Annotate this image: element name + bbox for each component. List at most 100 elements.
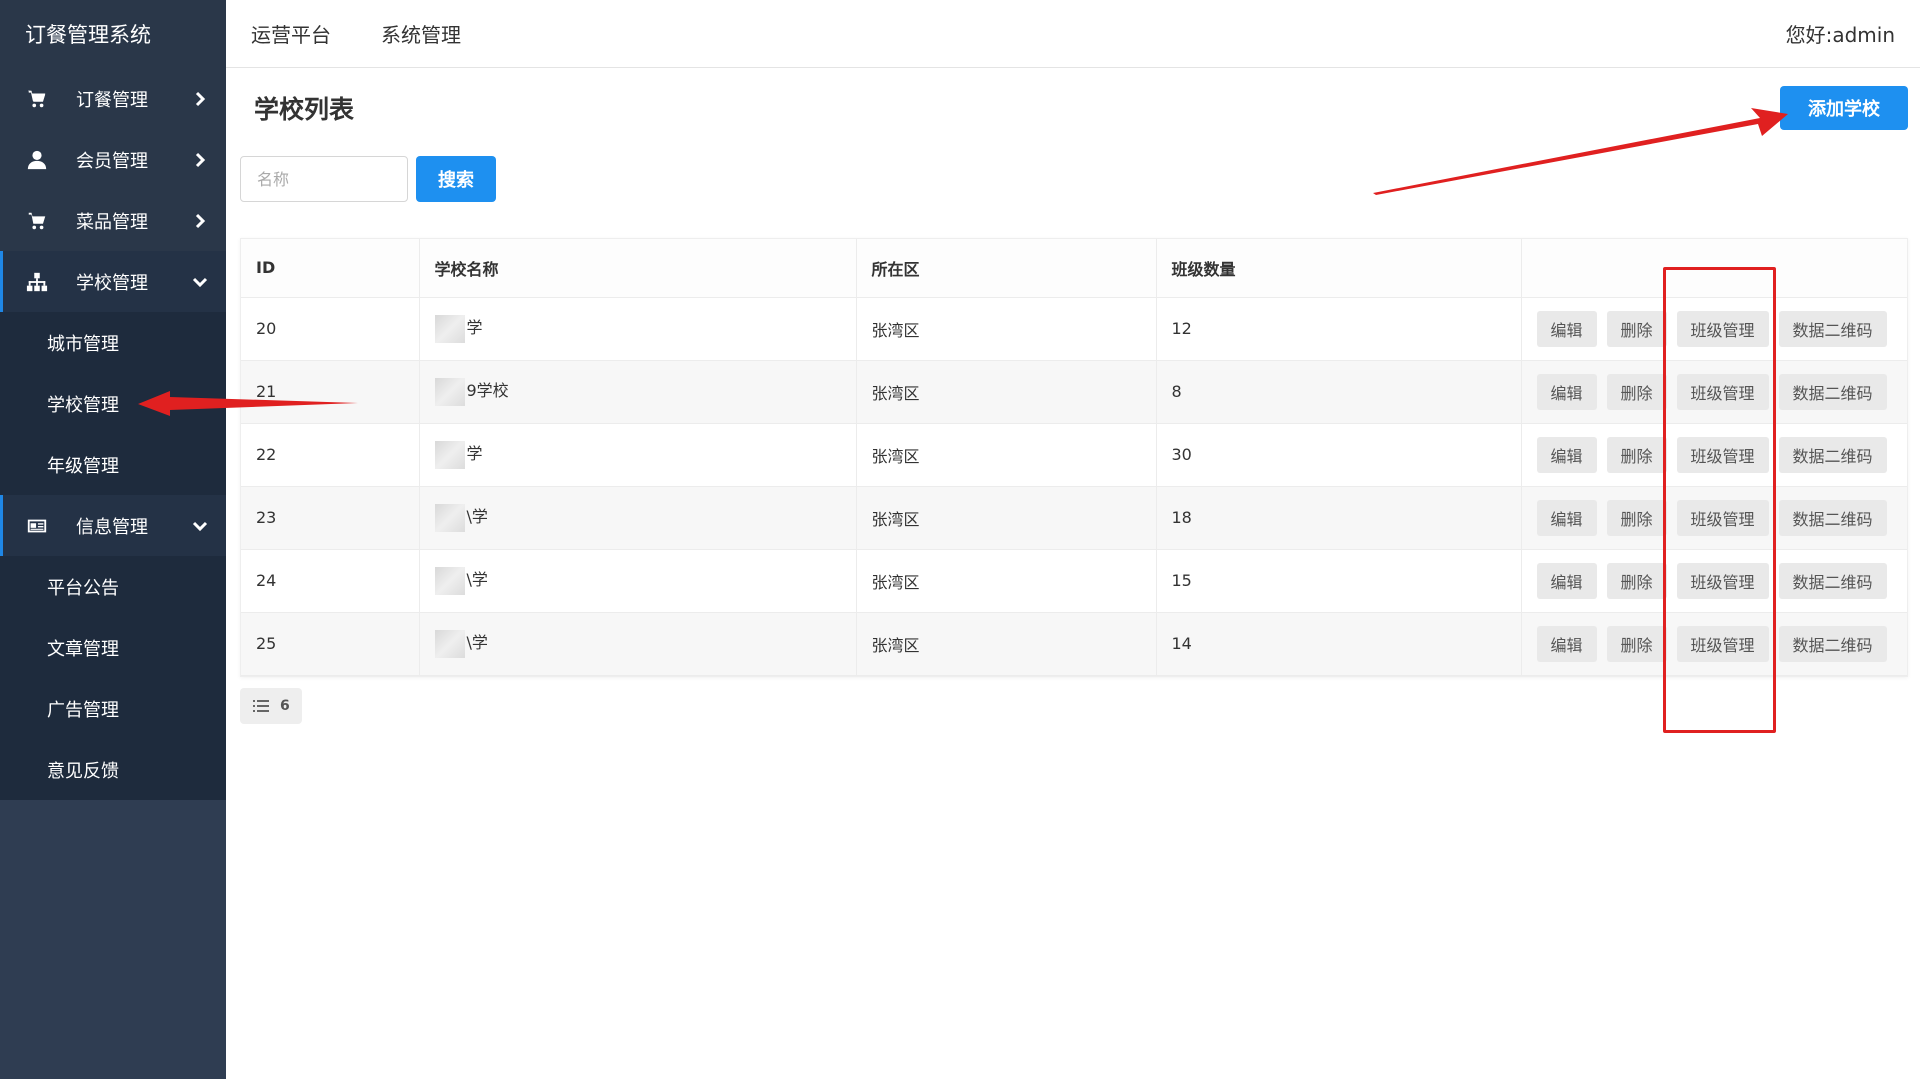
cell-name: 学 (419, 297, 857, 361)
submenu-school: 城市管理 学校管理 年级管理 (0, 312, 226, 495)
edit-button[interactable]: 编辑 (1536, 625, 1597, 662)
sidebar-item-article[interactable]: 文章管理 (0, 617, 226, 678)
chevron-right-icon (190, 150, 210, 170)
table-row: 22 学 张湾区 30 编辑 删除 班级管理 数据二维码 (241, 423, 1907, 487)
sidebar-item-dish[interactable]: 菜品管理 (0, 190, 226, 251)
cell-name-text: 学 (466, 318, 483, 338)
class-manage-button[interactable]: 班级管理 (1676, 310, 1769, 347)
list-icon (253, 700, 269, 712)
column-header-name: 学校名称 (419, 239, 857, 298)
cell-district: 张湾区 (856, 486, 1157, 550)
app-root: 订餐管理系统 订餐管理 会员管理 菜品管理 学校管理 城市管理 学校管理 年级管… (0, 0, 1920, 1079)
sidebar-item-school[interactable]: 学校管理 (0, 251, 226, 312)
cell-name-text: \学 (466, 633, 488, 653)
news-icon (25, 514, 49, 538)
cell-district: 张湾区 (856, 612, 1157, 676)
sidebar-item-order[interactable]: 订餐管理 (0, 68, 226, 129)
delete-button[interactable]: 删除 (1606, 436, 1667, 473)
cell-classes: 18 (1156, 486, 1522, 550)
top-nav: 运营平台 系统管理 (251, 19, 511, 48)
cell-district: 张湾区 (856, 360, 1157, 424)
table-header-row: ID 学校名称 所在区 班级数量 (241, 239, 1907, 298)
table-row: 24 \学 张湾区 15 编辑 删除 班级管理 数据二维码 (241, 549, 1907, 613)
cell-classes: 12 (1156, 297, 1522, 361)
cell-name: \学 (419, 486, 857, 550)
sidebar-menu-info: 信息管理 (0, 495, 226, 556)
submenu-info: 平台公告 文章管理 广告管理 意见反馈 (0, 556, 226, 800)
class-manage-button[interactable]: 班级管理 (1676, 499, 1769, 536)
cell-classes: 30 (1156, 423, 1522, 487)
cell-classes: 15 (1156, 549, 1522, 613)
sidebar-item-info[interactable]: 信息管理 (0, 495, 226, 556)
total-count: 6 (280, 698, 290, 714)
qrcode-button[interactable]: 数据二维码 (1778, 373, 1887, 410)
qrcode-button[interactable]: 数据二维码 (1778, 625, 1887, 662)
main-content: 学校列表 添加学校 搜索 ID 学校名称 所在区 班级数量 20 (226, 68, 1920, 1079)
delete-button[interactable]: 删除 (1606, 625, 1667, 662)
column-header-id: ID (241, 239, 420, 298)
cell-id: 25 (241, 612, 420, 676)
sitemap-icon (25, 270, 49, 294)
chevron-right-icon (190, 89, 210, 109)
topnav-operations[interactable]: 运营平台 (251, 19, 331, 48)
cell-id: 23 (241, 486, 420, 550)
user-icon (25, 148, 49, 172)
class-manage-button[interactable]: 班级管理 (1676, 562, 1769, 599)
cell-actions: 编辑 删除 班级管理 数据二维码 (1521, 549, 1907, 613)
add-school-button[interactable]: 添加学校 (1780, 86, 1908, 130)
redacted-mask (434, 566, 465, 595)
delete-button[interactable]: 删除 (1606, 373, 1667, 410)
sidebar-item-school-list[interactable]: 学校管理 (0, 373, 226, 434)
class-manage-button[interactable]: 班级管理 (1676, 436, 1769, 473)
qrcode-button[interactable]: 数据二维码 (1778, 562, 1887, 599)
cell-name-text: \学 (466, 507, 488, 527)
cell-classes: 8 (1156, 360, 1522, 424)
cell-id: 24 (241, 549, 420, 613)
class-manage-button[interactable]: 班级管理 (1676, 625, 1769, 662)
cell-actions: 编辑 删除 班级管理 数据二维码 (1521, 297, 1907, 361)
search-input[interactable] (240, 156, 408, 202)
sidebar-item-label: 订餐管理 (76, 89, 148, 111)
qrcode-button[interactable]: 数据二维码 (1778, 499, 1887, 536)
cell-id: 21 (241, 360, 420, 424)
edit-button[interactable]: 编辑 (1536, 373, 1597, 410)
delete-button[interactable]: 删除 (1606, 310, 1667, 347)
cell-district: 张湾区 (856, 549, 1157, 613)
redacted-mask (434, 377, 465, 406)
class-manage-button[interactable]: 班级管理 (1676, 373, 1769, 410)
sidebar-item-feedback[interactable]: 意见反馈 (0, 739, 226, 800)
sidebar-item-label: 菜品管理 (76, 211, 148, 233)
cell-actions: 编辑 删除 班级管理 数据二维码 (1521, 360, 1907, 424)
pagination-total[interactable]: 6 (240, 688, 302, 724)
user-greeting[interactable]: 您好:admin (1786, 19, 1895, 48)
delete-button[interactable]: 删除 (1606, 562, 1667, 599)
sidebar: 订餐管理系统 订餐管理 会员管理 菜品管理 学校管理 城市管理 学校管理 年级管… (0, 0, 226, 1079)
edit-button[interactable]: 编辑 (1536, 436, 1597, 473)
search-button[interactable]: 搜索 (416, 156, 496, 202)
topnav-system[interactable]: 系统管理 (381, 19, 461, 48)
delete-button[interactable]: 删除 (1606, 499, 1667, 536)
chevron-right-icon (190, 211, 210, 231)
table-row: 23 \学 张湾区 18 编辑 删除 班级管理 数据二维码 (241, 486, 1907, 550)
edit-button[interactable]: 编辑 (1536, 499, 1597, 536)
qrcode-button[interactable]: 数据二维码 (1778, 436, 1887, 473)
topbar: 运营平台 系统管理 您好:admin (226, 0, 1920, 68)
cell-id: 20 (241, 297, 420, 361)
sidebar-item-label: 会员管理 (76, 150, 148, 172)
sidebar-menu: 订餐管理 会员管理 菜品管理 学校管理 (0, 68, 226, 312)
sidebar-item-label: 学校管理 (76, 272, 148, 294)
column-header-actions (1521, 239, 1907, 298)
edit-button[interactable]: 编辑 (1536, 310, 1597, 347)
column-header-district: 所在区 (856, 239, 1157, 298)
sidebar-item-member[interactable]: 会员管理 (0, 129, 226, 190)
sidebar-item-grade[interactable]: 年级管理 (0, 434, 226, 495)
cell-name: 学 (419, 423, 857, 487)
sidebar-item-notice[interactable]: 平台公告 (0, 556, 226, 617)
edit-button[interactable]: 编辑 (1536, 562, 1597, 599)
sidebar-item-city[interactable]: 城市管理 (0, 312, 226, 373)
sidebar-item-ad[interactable]: 广告管理 (0, 678, 226, 739)
cell-name: \学 (419, 612, 857, 676)
qrcode-button[interactable]: 数据二维码 (1778, 310, 1887, 347)
table-row: 25 \学 张湾区 14 编辑 删除 班级管理 数据二维码 (241, 612, 1907, 676)
cart-icon (25, 87, 49, 111)
